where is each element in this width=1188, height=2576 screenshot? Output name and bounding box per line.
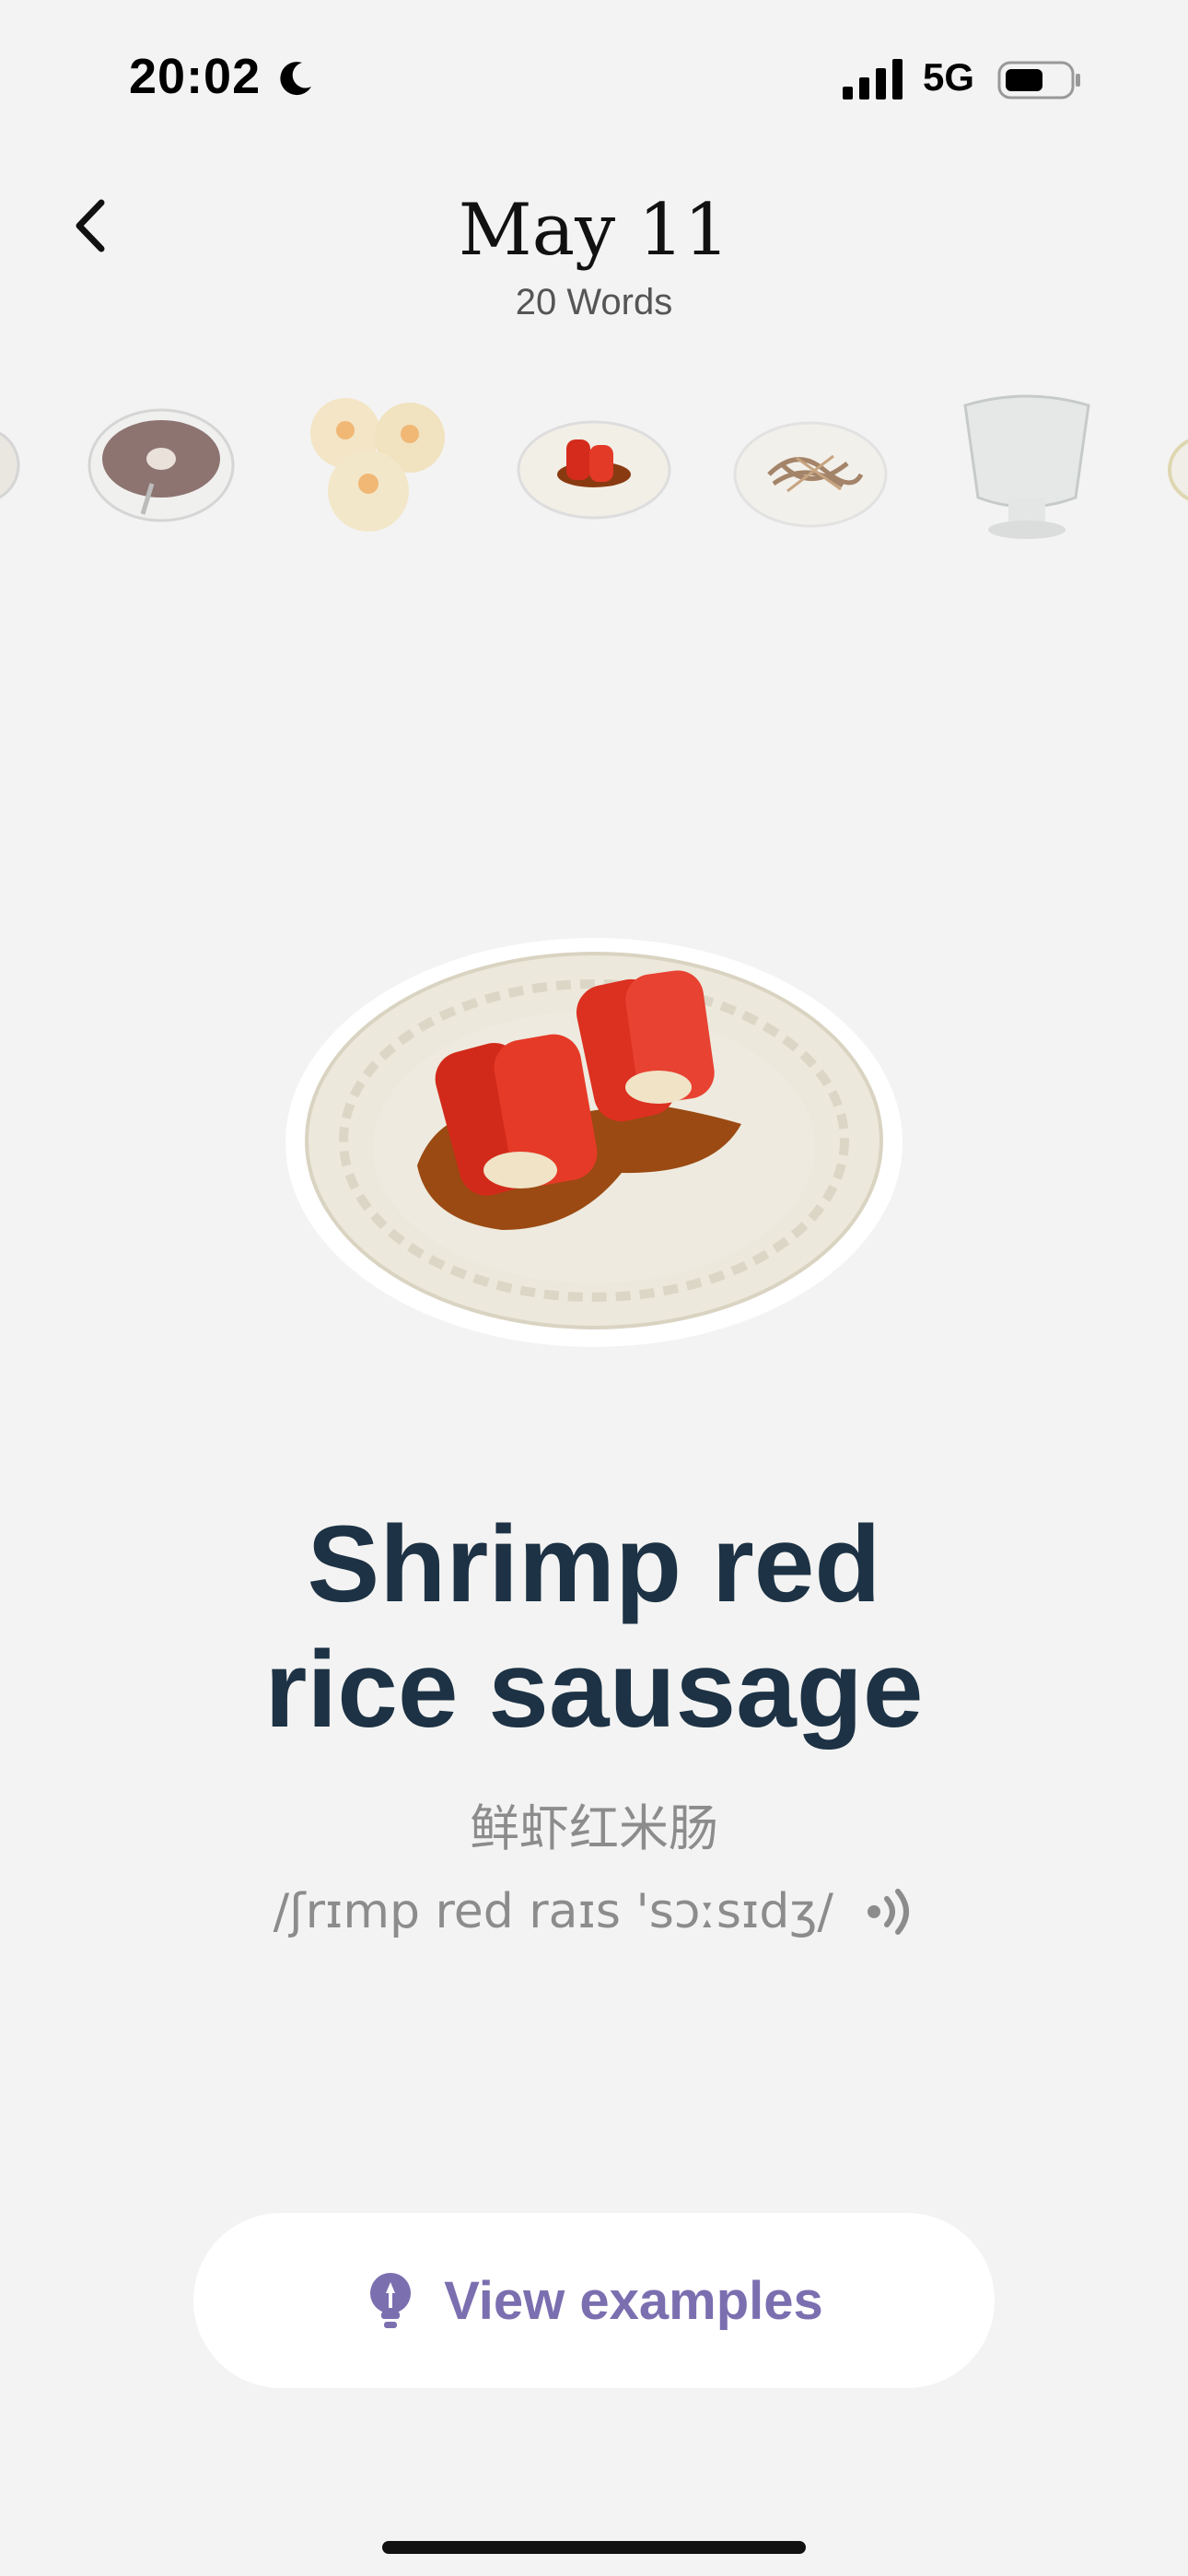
carousel-item-stir-fried-noodles[interactable] (732, 419, 889, 530)
view-examples-label: View examples (444, 2270, 823, 2331)
word-title-line2: rice sausage (264, 1629, 924, 1751)
dish-image (285, 938, 903, 1347)
carousel-item-partial-left[interactable] (0, 419, 28, 511)
word-title-line1: Shrimp red (307, 1504, 881, 1625)
home-indicator (382, 2541, 806, 2554)
lightbulb-icon (370, 2273, 412, 2328)
battery-icon (997, 61, 1080, 100)
word-phonetic: /ʃrɪmp red raɪs 'sɔːsɪdʒ/ (273, 1884, 833, 1939)
network-label: 5G (923, 55, 975, 99)
word-translation: 鲜虾红米肠 (470, 1799, 718, 1857)
signal-icon (843, 59, 903, 100)
page-title: May 11 (458, 189, 730, 272)
carousel-item-shrimp-rice-roll[interactable] (516, 419, 672, 521)
word-carousel[interactable] (0, 382, 1188, 548)
carousel-item-red-bean-soup[interactable] (87, 405, 235, 525)
carousel-item-shrimp-dumplings[interactable] (304, 392, 451, 539)
carousel-item-partial-right[interactable] (1165, 424, 1188, 516)
speaker-icon[interactable] (863, 1886, 914, 1938)
moon-icon (280, 62, 311, 96)
carousel-item-glass-cup[interactable] (958, 392, 1096, 544)
status-time: 20:02 (129, 49, 262, 104)
status-bar: 20:02 5G (0, 0, 1188, 157)
word-title: Shrimp red rice sausage (0, 1502, 1188, 1752)
view-examples-button[interactable]: View examples (193, 2213, 995, 2388)
word-count: 20 Words (515, 282, 673, 322)
phonetic-row: /ʃrɪmp red raɪs 'sɔːsɪdʒ/ (0, 1884, 1188, 1939)
